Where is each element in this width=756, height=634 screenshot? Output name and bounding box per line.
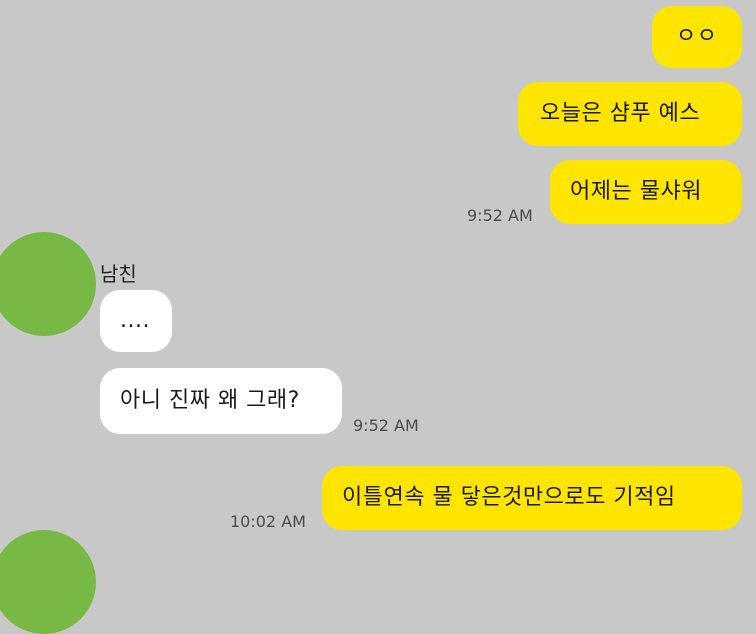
their-message-bubble[interactable]: 아니 진짜 왜 그래? [100,368,342,434]
message-timestamp: 9:52 AM [353,416,419,435]
message-timestamp: 9:52 AM [467,206,533,225]
sender-avatar[interactable] [0,232,96,336]
message-text: 어제는 물샤워 [570,179,702,204]
my-message-bubble[interactable]: ㅇㅇ [652,6,742,68]
message-text: 아니 진짜 왜 그래? [120,388,300,413]
sender-name: 남친 [100,262,137,286]
message-text: 오늘은 샴푸 예스 [540,101,701,126]
my-message-bubble[interactable]: 어제는 물샤워 [550,160,742,224]
message-text: ㅇㅇ [676,24,718,49]
their-message-bubble[interactable]: .... [100,290,172,352]
sender-avatar[interactable] [0,530,96,634]
chat-view: ㅇㅇ 오늘은 샴푸 예스 9:52 AM 어제는 물샤워 남친 .... 아니 … [0,0,756,634]
message-timestamp: 10:02 AM [230,512,306,531]
message-text: .... [120,308,150,333]
my-message-bubble[interactable]: 이틀연속 물 닿은것만으로도 기적임 [322,466,742,530]
message-text: 이틀연속 물 닿은것만으로도 기적임 [342,485,676,510]
my-message-bubble[interactable]: 오늘은 샴푸 예스 [518,82,742,146]
